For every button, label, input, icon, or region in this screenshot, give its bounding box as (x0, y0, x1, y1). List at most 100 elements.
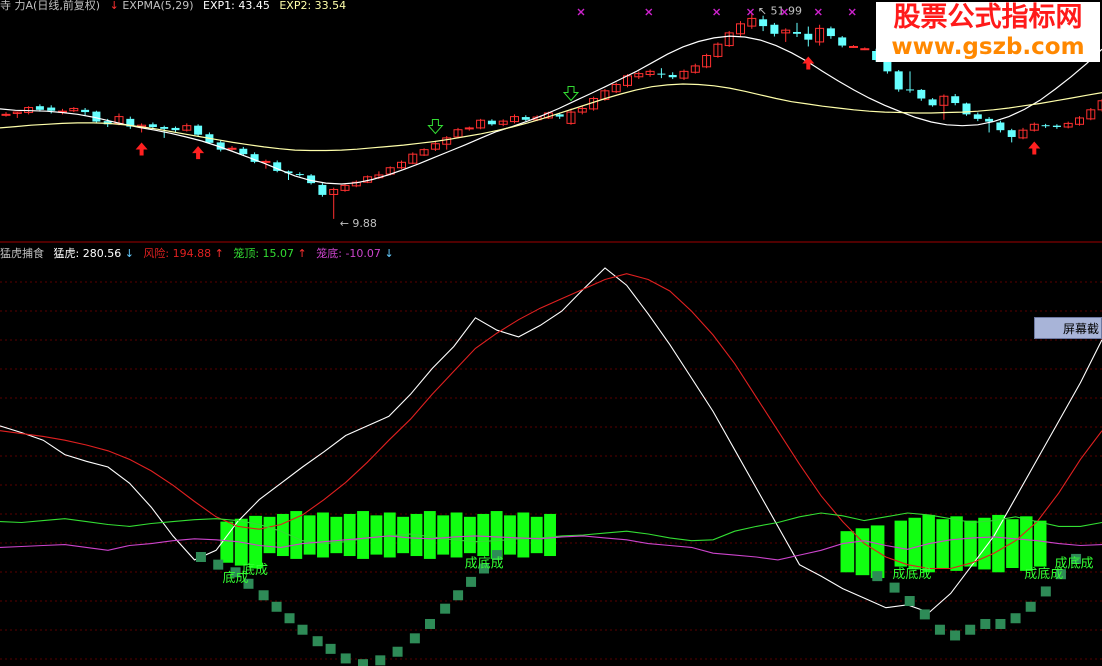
candle-down (951, 96, 960, 104)
signal-bar (276, 513, 289, 557)
signal-x-icon (577, 8, 585, 16)
signal-bar (1006, 519, 1019, 569)
bottom-square-marker (965, 624, 976, 635)
bottom-square-marker (258, 590, 269, 601)
bottom-label: 成底成 (892, 566, 931, 582)
stock-chart[interactable]: ↖ 51.99← 9.88底成底成成底成成底成 成底成成底成 (0, 0, 1102, 666)
candle-down (295, 174, 304, 176)
indicator-name: 猛虎捕食 (0, 247, 44, 260)
sell-arrow-icon (427, 118, 444, 135)
signal-bar (357, 511, 369, 559)
candle-down (962, 103, 971, 115)
signal-bar (894, 520, 908, 567)
signal-bar (530, 516, 543, 554)
signal-bar (1034, 520, 1047, 567)
candle-down (804, 33, 813, 40)
bottom-label: 底成 (223, 570, 249, 586)
candle-down (487, 120, 496, 125)
signal-bar (303, 515, 316, 555)
menghu-arrow: ↓ (124, 247, 134, 260)
bottom-square-marker (358, 659, 369, 666)
signal-x-icon (848, 8, 856, 16)
candle-down (148, 124, 157, 128)
candle-down (793, 31, 801, 34)
candle-up (1097, 100, 1102, 111)
longdi-value: 笼底: -10.07 (316, 247, 381, 260)
signal-bar (317, 512, 329, 558)
fengxian-arrow: ↑ (214, 247, 224, 260)
candle-down (770, 24, 779, 34)
buy-arrow-icon (135, 142, 148, 156)
candle-down (928, 99, 937, 106)
candle-down (81, 109, 90, 113)
bottom-square-marker (904, 596, 915, 607)
candle-down (826, 28, 835, 37)
exp2-line (0, 83, 1102, 152)
watermark-title: 股票公式指标网 (893, 2, 1083, 33)
signal-bar (477, 513, 490, 557)
candle-down (1052, 125, 1061, 128)
main-chart-header: 寺 力A(日线,前复权) ↓ EXPMA(5,29) EXP1: 43.45 E… (0, 0, 352, 13)
candle-down (35, 106, 44, 110)
bottom-square-marker (375, 655, 386, 666)
bottom-square-marker (466, 576, 477, 587)
candle-down (917, 89, 926, 99)
bottom-square-marker (995, 618, 1006, 629)
candle-down (906, 89, 914, 91)
candle-up (464, 127, 474, 130)
signal-bar (450, 512, 463, 558)
signal-bar (1020, 516, 1033, 571)
bottom-label: 成底成 (1054, 556, 1093, 572)
candle-down (239, 148, 248, 155)
candle-down (759, 19, 768, 27)
bottom-square-marker (1040, 586, 1051, 597)
signal-bar (950, 516, 963, 571)
signal-bar (370, 515, 383, 555)
candle-down (668, 74, 677, 78)
signal-bar (936, 519, 949, 569)
candle-up (227, 147, 237, 150)
candle-down (973, 114, 982, 119)
bottom-square-marker (409, 633, 420, 644)
screenshot-button[interactable]: 屏幕截图 (1034, 317, 1102, 358)
signal-bar (423, 511, 436, 559)
bottom-square-marker (872, 571, 883, 582)
candle-down (894, 71, 903, 90)
buy-arrow-icon (192, 146, 205, 160)
watermark-url: www.gszb.com (891, 34, 1085, 60)
bottom-square-marker (297, 624, 308, 635)
exp1-value: EXP1: 43.45 (203, 0, 270, 12)
bottom-square-marker (1010, 613, 1021, 624)
candle-down (47, 107, 56, 111)
menghu-value: 猛虎: 280.56 (53, 247, 122, 260)
bottom-square-marker (919, 609, 930, 620)
candle-down (318, 184, 327, 195)
signal-bar (517, 512, 530, 558)
bottom-square-marker (934, 624, 945, 635)
bottom-square-marker (213, 559, 224, 570)
candle-down (555, 114, 564, 117)
candle-up (860, 48, 870, 51)
signal-bar (544, 513, 556, 557)
signal-bar (463, 516, 476, 554)
bottom-square-marker (980, 618, 991, 629)
bottom-square-marker (340, 653, 351, 664)
candle-down (1007, 130, 1016, 137)
bottom-square-marker (325, 643, 336, 654)
fengxian-value: 风险: 194.88 (143, 247, 212, 260)
buy-arrow-icon (802, 56, 815, 70)
bottom-square-marker (1025, 601, 1036, 612)
bottom-square-marker (424, 618, 435, 629)
expma-label: EXPMA(5,29) (122, 0, 194, 12)
signal-bar (437, 515, 450, 555)
longding-arrow: ↑ (297, 247, 307, 260)
sell-arrow-icon (562, 85, 580, 102)
candle-down (1041, 125, 1050, 127)
exp2-value: EXP2: 33.54 (279, 0, 347, 12)
candle-up (849, 45, 858, 48)
candle-down (838, 37, 847, 46)
candle-down (194, 125, 203, 135)
signal-bar (840, 531, 855, 573)
bottom-square-marker (889, 582, 900, 593)
bottom-square-marker (392, 646, 403, 657)
